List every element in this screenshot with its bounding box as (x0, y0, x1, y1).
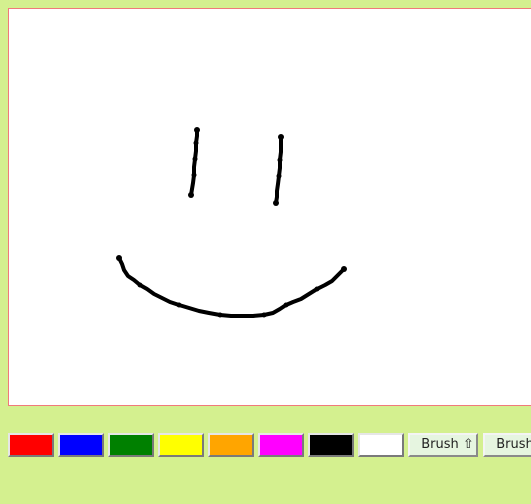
color-swatch-white[interactable] (358, 433, 404, 457)
color-swatch-yellow[interactable] (158, 433, 204, 457)
color-swatch-orange[interactable] (208, 433, 254, 457)
color-swatch-red[interactable] (8, 433, 54, 457)
drawing-layer (116, 127, 347, 318)
color-swatch-blue[interactable] (58, 433, 104, 457)
stroke-left-eye (189, 128, 199, 197)
drawing-canvas[interactable] (8, 8, 531, 406)
toolbar: Brush ⇧ Brush ⇩ (8, 433, 531, 457)
brush-size-up-button[interactable]: Brush ⇧ (408, 433, 478, 457)
color-swatch-magenta[interactable] (258, 433, 304, 457)
brush-size-down-button[interactable]: Brush ⇩ (483, 433, 531, 457)
color-swatch-black[interactable] (308, 433, 354, 457)
stroke-right-eye (274, 135, 283, 205)
stroke-smile (117, 256, 346, 318)
color-swatch-green[interactable] (108, 433, 154, 457)
